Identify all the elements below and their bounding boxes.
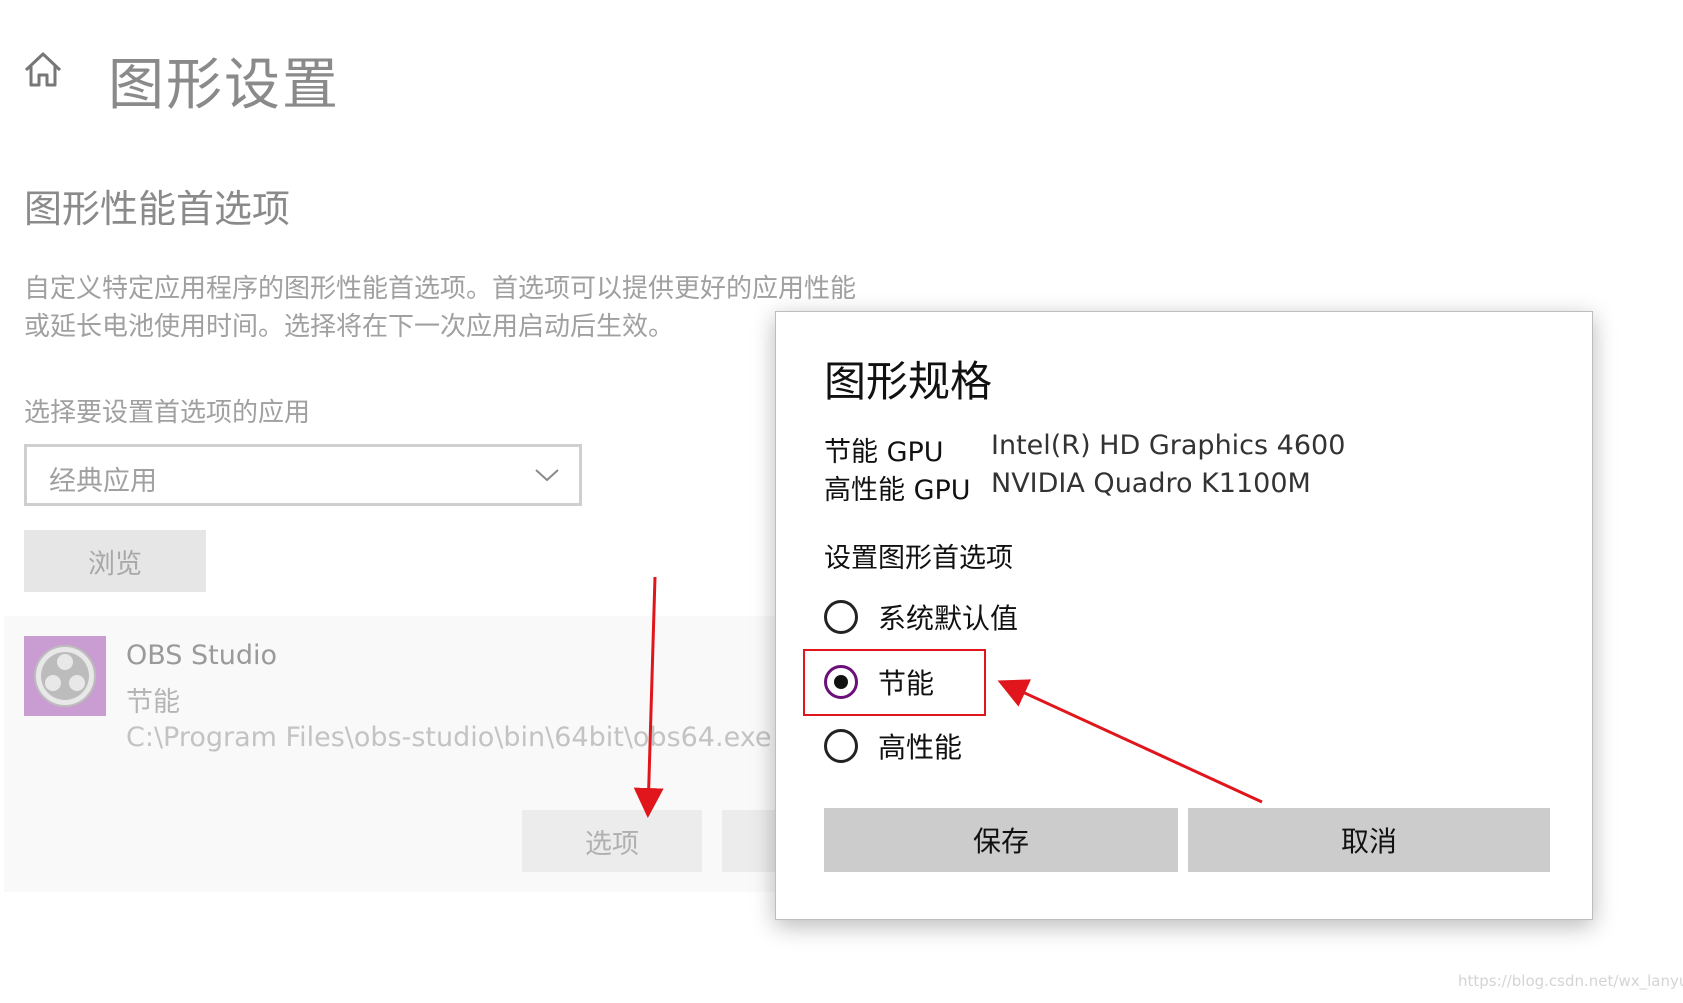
high-performance-gpu-value: NVIDIA Quadro K1100M (991, 468, 1311, 499)
choose-app-label: 选择要设置首选项的应用 (24, 398, 311, 428)
radio-button-selected[interactable] (824, 665, 858, 699)
graphics-spec-dialog: 图形规格 节能 GPU Intel(R) HD Graphics 4600 高性… (775, 311, 1593, 920)
radio-label: 系统默认值 (878, 602, 1019, 635)
radio-label: 高性能 (878, 731, 963, 764)
options-button[interactable]: 选项 (522, 810, 702, 872)
radio-button[interactable] (824, 729, 858, 763)
app-name: OBS Studio (126, 640, 278, 671)
dialog-title: 图形规格 (824, 357, 993, 406)
home-icon[interactable] (22, 48, 64, 90)
power-saving-gpu-label: 节能 GPU (824, 437, 944, 468)
watermark: https://blog.csdn.net/wx_lanyu (1458, 972, 1683, 990)
preference-label: 设置图形首选项 (824, 543, 1013, 574)
chevron-down-icon (535, 469, 559, 482)
page-title: 图形设置 (108, 53, 340, 118)
section-title: 图形性能首选项 (24, 187, 291, 231)
obs-logo-icon (24, 636, 106, 716)
save-button[interactable]: 保存 (824, 808, 1178, 872)
radio-option-high-performance[interactable]: 高性能 (824, 726, 962, 766)
radio-label: 节能 (878, 667, 935, 700)
power-saving-gpu-value: Intel(R) HD Graphics 4600 (991, 430, 1346, 461)
app-mode: 节能 (126, 687, 180, 718)
remove-button[interactable] (722, 810, 782, 872)
dropdown-value: 经典应用 (49, 466, 157, 497)
app-path: C:\Program Files\obs-studio\bin\64bit\ob… (126, 722, 772, 753)
high-performance-gpu-label: 高性能 GPU (824, 475, 971, 506)
radio-button[interactable] (824, 600, 858, 634)
radio-dot (834, 675, 848, 689)
cancel-button[interactable]: 取消 (1188, 808, 1550, 872)
app-type-dropdown[interactable]: 经典应用 (24, 444, 582, 506)
radio-option-system-default[interactable]: 系统默认值 (824, 597, 1018, 637)
radio-option-power-saving[interactable]: 节能 (824, 662, 934, 702)
description-line-1: 自定义特定应用程序的图形性能首选项。首选项可以提供更好的应用性能 (24, 274, 857, 304)
browse-button[interactable]: 浏览 (24, 530, 206, 592)
